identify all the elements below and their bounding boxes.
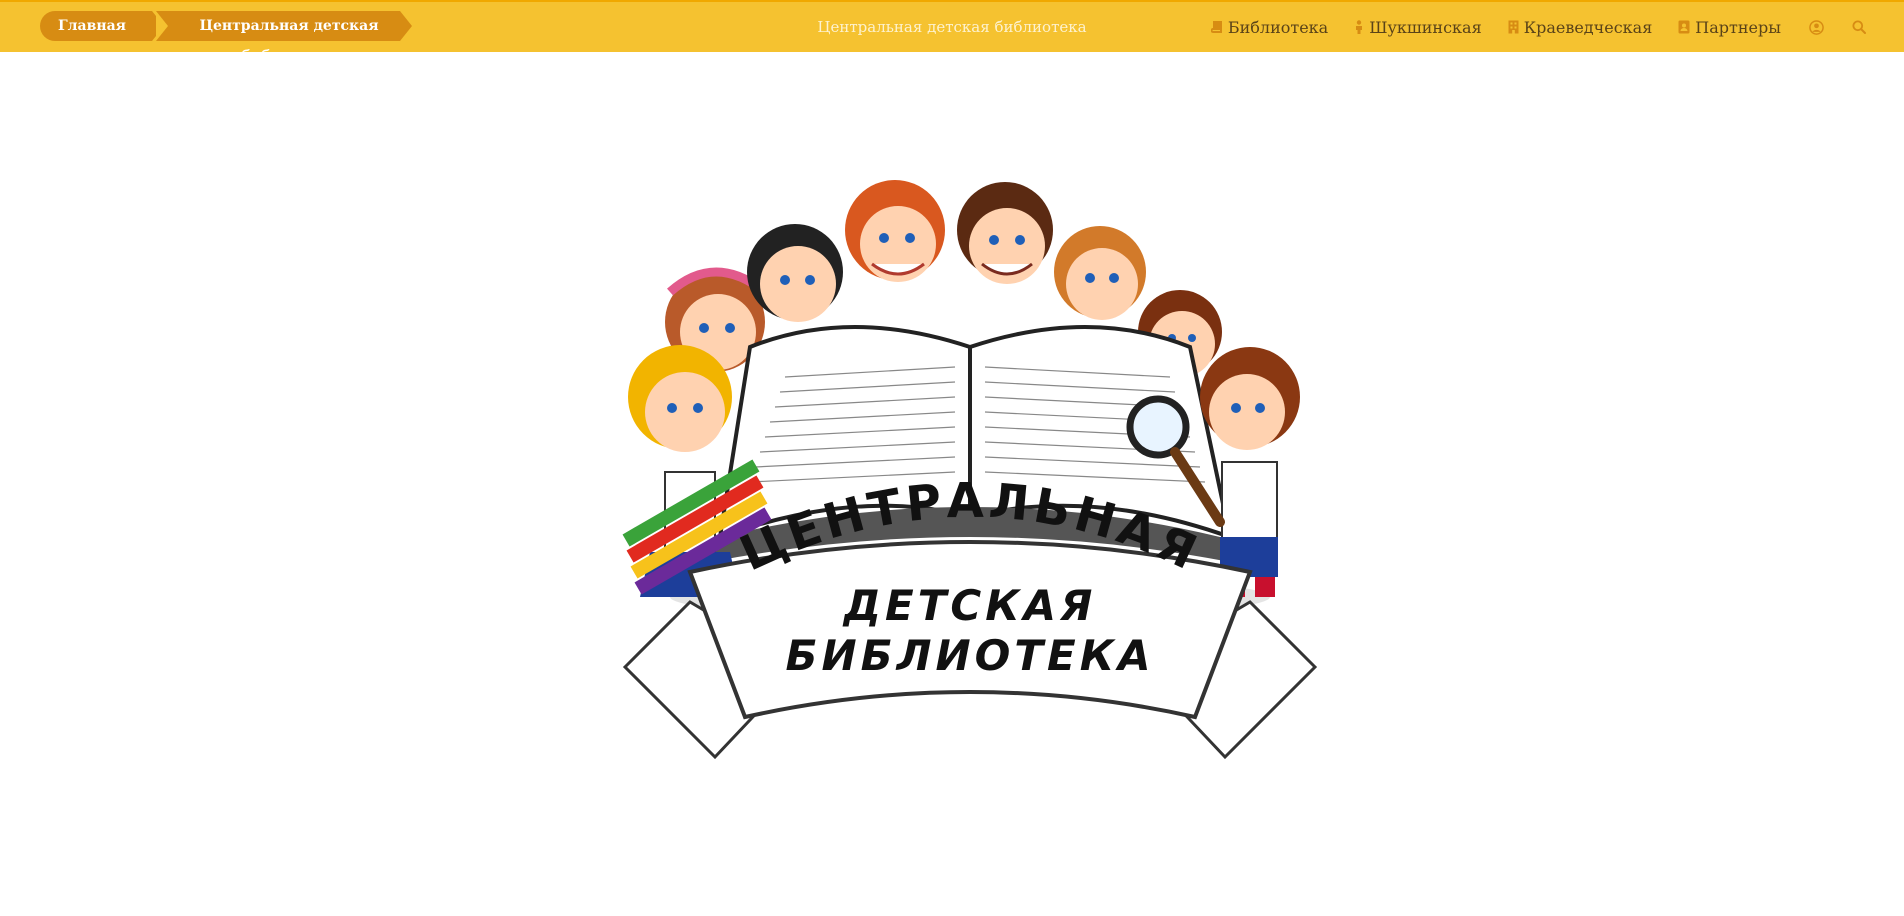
building-icon — [1508, 20, 1519, 34]
logo-line-3: БИБЛИОТЕКА — [785, 631, 1154, 680]
nav-item-label: Краеведческая — [1523, 17, 1653, 37]
person-icon — [1356, 20, 1363, 34]
search-icon — [1852, 20, 1866, 34]
breadcrumb-home-link[interactable]: Главная — [40, 11, 164, 41]
contact-card-icon — [1678, 20, 1690, 34]
breadcrumb: Главная Центральная детская библиотека — [40, 11, 412, 64]
user-circle-icon — [1809, 19, 1824, 35]
main-content: ЦЕНТРАЛЬНАЯ ДЕТСКАЯ БИБЛИОТЕКА — [0, 52, 1904, 916]
search-button[interactable] — [1852, 20, 1866, 34]
nav-item-label: Библиотека — [1227, 17, 1329, 37]
nav-item-label: Шукшинская — [1369, 17, 1482, 37]
nav-item-partners[interactable]: Партнеры — [1678, 18, 1781, 37]
library-logo: ЦЕНТРАЛЬНАЯ ДЕТСКАЯ БИБЛИОТЕКА — [622, 180, 1318, 760]
account-button[interactable] — [1809, 19, 1824, 35]
breadcrumb-current-link[interactable]: Центральная детская библиотека — [156, 11, 412, 64]
nav-item-label: Партнеры — [1695, 17, 1781, 37]
book-icon — [1210, 20, 1222, 33]
nav-item-shukshinskaya[interactable]: Шукшинская — [1354, 17, 1482, 37]
nav-item-kraevedcheskaya[interactable]: Краеведческая — [1508, 17, 1653, 37]
main-nav: Библиотека Шукшинская Краеведческая Парт… — [1185, 15, 1866, 39]
logo-line-2: ДЕТСКАЯ — [842, 581, 1097, 630]
nav-item-library[interactable]: Библиотека — [1210, 17, 1329, 37]
top-bar: Главная Центральная детская библиотека Ц… — [0, 0, 1904, 64]
